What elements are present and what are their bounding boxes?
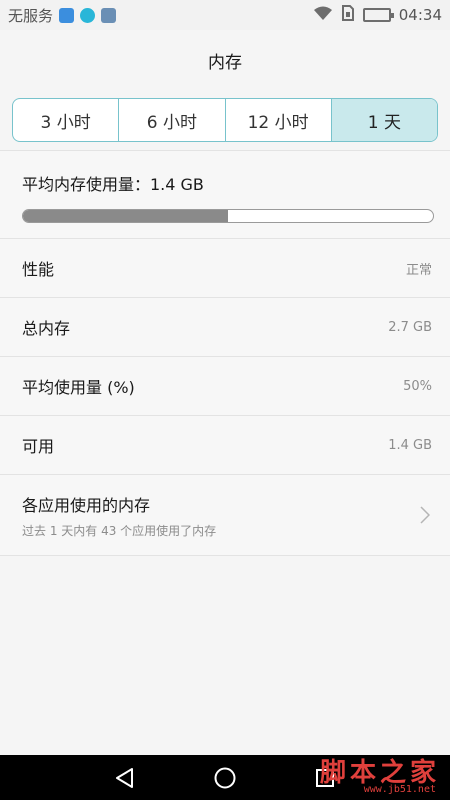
average-percent-row: 平均使用量 (%) 50% [0, 357, 450, 416]
app-memory-usage-row[interactable]: 各应用使用的内存 过去 1 天内有 43 个应用使用了内存 [0, 475, 450, 556]
status-bar-right: 04:34 [313, 5, 442, 25]
gallery-icon [101, 7, 117, 23]
clock-text: 04:34 [398, 6, 442, 24]
average-usage-section: 平均内存使用量：1.4 GB [0, 151, 450, 239]
carrier-text: 无服务 [8, 6, 54, 25]
performance-row: 性能 正常 [0, 239, 450, 298]
total-memory-value: 2.7 GB [388, 319, 432, 335]
tab-1-day[interactable]: 1 天 [331, 99, 437, 141]
tab-6-hours[interactable]: 6 小时 [119, 99, 226, 141]
app-icon-blue [59, 7, 75, 23]
available-row: 可用 1.4 GB [0, 416, 450, 475]
memory-usage-progress-fill [23, 210, 228, 222]
tab-3-hours[interactable]: 3 小时 [13, 99, 120, 141]
tab-12-hours[interactable]: 12 小时 [226, 99, 332, 141]
watermark-url: www.jb51.net [363, 784, 436, 795]
battery-charging-icon [362, 8, 394, 22]
tab-label: 6 小时 [146, 112, 197, 133]
tab-label: 1 天 [367, 112, 401, 133]
average-percent-label: 平均使用量 (%) [22, 378, 135, 397]
tab-label: 12 小时 [247, 112, 309, 133]
time-range-selector: 3 小时 6 小时 12 小时 1 天 [12, 98, 438, 142]
title-bar: 内存 [0, 30, 450, 90]
wifi-icon [313, 5, 333, 25]
status-bar: 无服务 04:34 [0, 0, 450, 30]
memory-usage-progress [22, 209, 434, 223]
back-icon[interactable] [112, 765, 138, 791]
performance-value: 正常 [405, 262, 432, 278]
home-icon[interactable] [212, 765, 238, 791]
status-bar-left: 无服务 [8, 5, 117, 26]
total-memory-row: 总内存 2.7 GB [0, 298, 450, 357]
app-icon-cyan [80, 7, 96, 23]
chevron-right-icon [418, 505, 432, 525]
page-title: 内存 [208, 52, 242, 73]
tab-label: 3 小时 [40, 112, 91, 133]
performance-label: 性能 [22, 260, 55, 279]
sim-icon [341, 5, 355, 25]
available-label: 可用 [22, 437, 55, 456]
total-memory-label: 总内存 [22, 319, 71, 338]
memory-details: 平均内存使用量：1.4 GB 性能 正常 总内存 2.7 GB 平均使用量 (%… [0, 150, 450, 556]
app-memory-label: 各应用使用的内存 [22, 495, 151, 515]
average-percent-value: 50% [403, 378, 432, 394]
app-memory-texts: 各应用使用的内存 过去 1 天内有 43 个应用使用了内存 [22, 492, 216, 539]
available-value: 1.4 GB [388, 437, 432, 453]
average-usage-title: 平均内存使用量：1.4 GB [22, 175, 204, 194]
app-memory-subtitle: 过去 1 天内有 43 个应用使用了内存 [22, 523, 217, 538]
